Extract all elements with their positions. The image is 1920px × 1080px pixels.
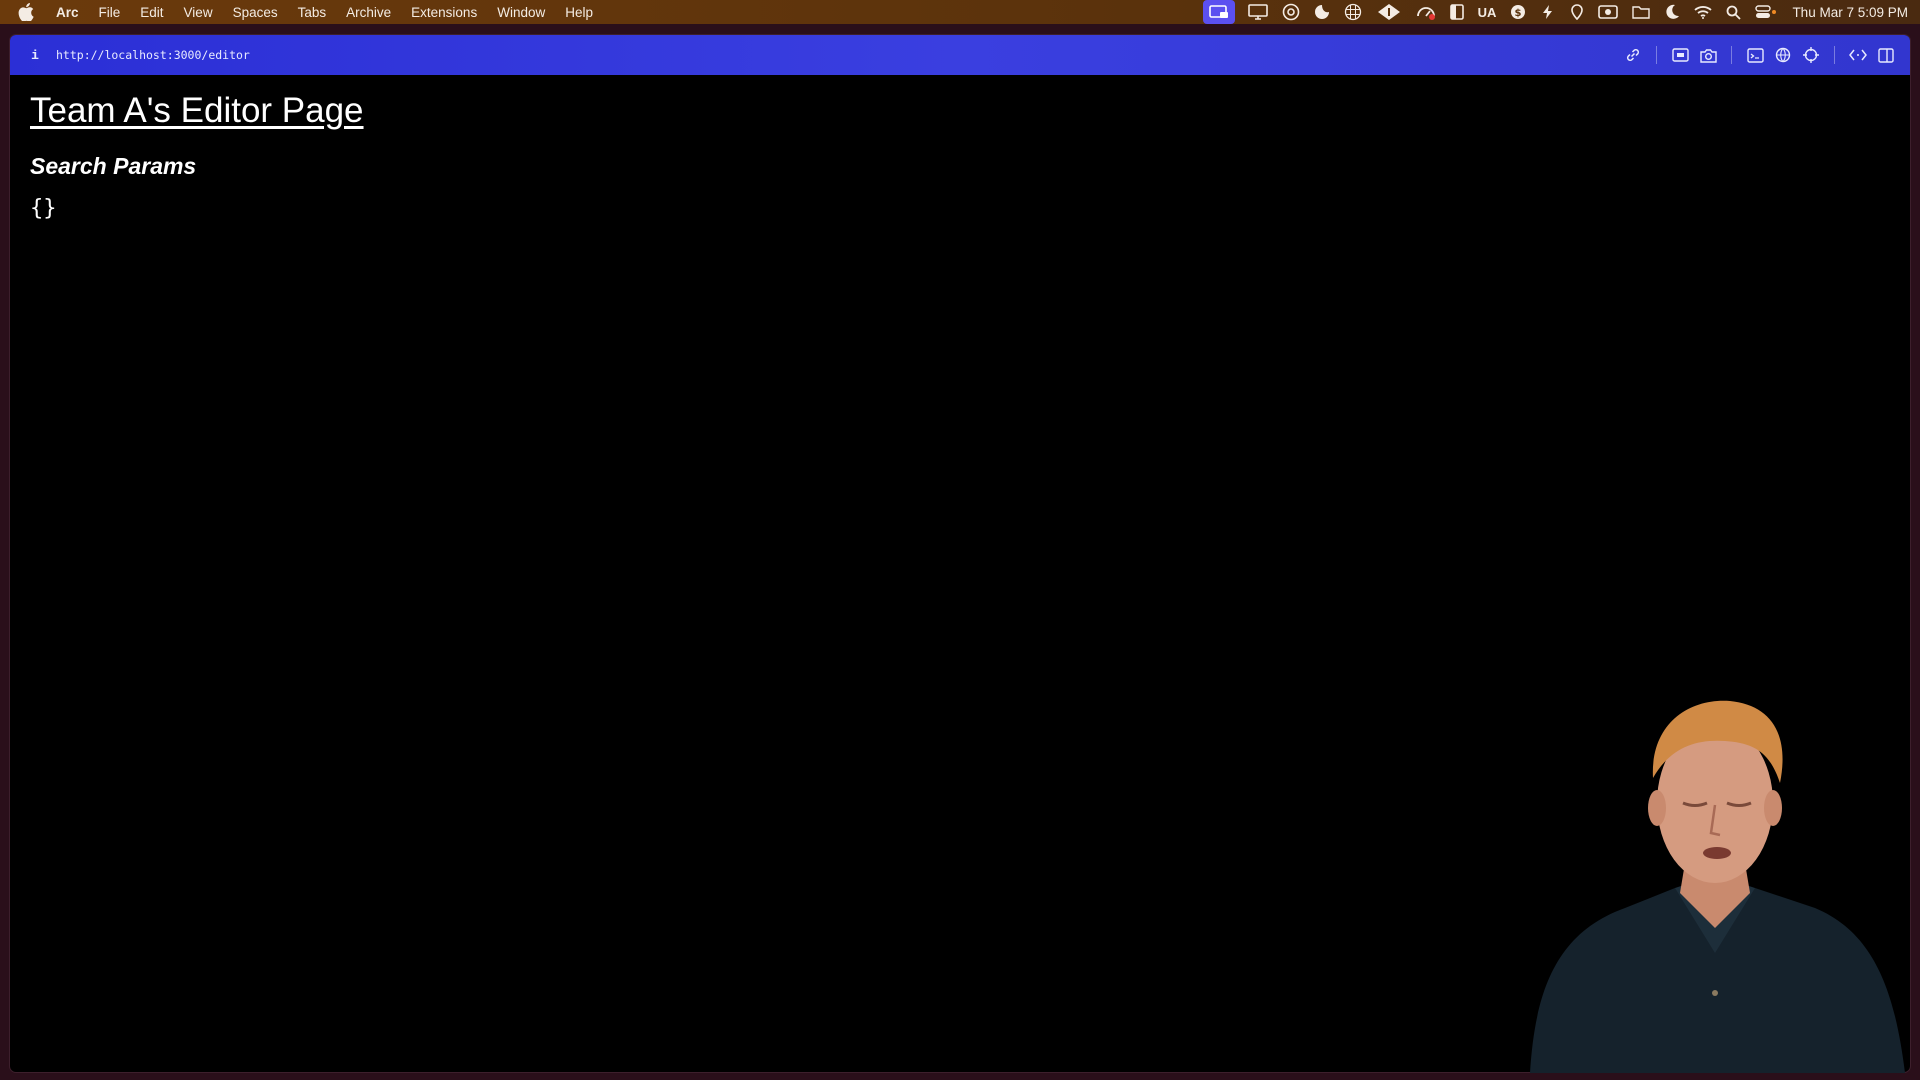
gauge-icon[interactable] (1416, 0, 1436, 24)
toolbar-divider (1656, 46, 1657, 64)
toolbar (1619, 35, 1900, 75)
menu-archive[interactable]: Archive (346, 5, 391, 20)
at-sign-icon[interactable] (1282, 0, 1300, 24)
sidebar-icon[interactable] (1449, 0, 1464, 24)
diamond-icon[interactable] (1376, 0, 1402, 24)
menu-file[interactable]: File (99, 5, 121, 20)
camera-icon[interactable] (1699, 46, 1717, 64)
bolt-icon[interactable] (1540, 0, 1556, 24)
wifi-icon[interactable] (1694, 0, 1713, 24)
menu-app-name[interactable]: Arc (56, 5, 79, 20)
code-icon[interactable] (1849, 46, 1867, 64)
search-params-heading: Search Params (30, 153, 197, 179)
menu-spaces[interactable]: Spaces (233, 5, 278, 20)
menu-edit[interactable]: Edit (140, 5, 163, 20)
menu-view[interactable]: View (184, 5, 213, 20)
moon-icon[interactable] (1664, 0, 1680, 24)
url-text[interactable]: http://localhost:3000/editor (56, 48, 250, 62)
menu-tabs[interactable]: Tabs (298, 5, 327, 20)
menu-window[interactable]: Window (497, 5, 545, 20)
split-view-icon[interactable] (1877, 46, 1895, 64)
url-bar[interactable]: i http://localhost:3000/editor (10, 35, 1910, 75)
status-area: UA $ Thu Mar 7 5:09 PM (1197, 0, 1908, 24)
page-content: Team A's Editor Page Search Params {} (30, 91, 364, 221)
info-icon[interactable]: i (28, 48, 42, 63)
presenter-webcam (1515, 693, 1910, 1073)
search-icon[interactable] (1726, 0, 1742, 24)
display-icon[interactable] (1247, 0, 1268, 24)
search-params-value: {} (30, 196, 57, 221)
location-icon[interactable] (1570, 0, 1584, 24)
menu-bar: Arc File Edit View Spaces Tabs Archive E… (0, 0, 1920, 24)
dollar-icon[interactable]: $ (1510, 0, 1526, 24)
capture-icon[interactable] (1671, 46, 1689, 64)
moon-app-icon[interactable] (1314, 0, 1330, 24)
menu-extensions[interactable]: Extensions (411, 5, 477, 20)
crosshair-icon[interactable] (1802, 46, 1820, 64)
screen-share-icon[interactable] (1202, 0, 1235, 24)
toolbar-divider (1731, 46, 1732, 64)
globe-grid-icon[interactable] (1344, 0, 1362, 24)
globe-icon[interactable] (1774, 46, 1792, 64)
svg-text:$: $ (1515, 8, 1522, 19)
toolbar-divider (1834, 46, 1835, 64)
clock[interactable]: Thu Mar 7 5:09 PM (1792, 5, 1908, 20)
terminal-icon[interactable] (1746, 46, 1764, 64)
page-title[interactable]: Team A's Editor Page (30, 91, 364, 131)
apple-icon[interactable] (18, 3, 36, 21)
status-text-badge[interactable]: UA (1478, 0, 1497, 24)
link-icon[interactable] (1624, 46, 1642, 64)
video-icon[interactable] (1598, 0, 1619, 24)
control-center-icon[interactable] (1755, 0, 1777, 24)
folder-icon[interactable] (1632, 0, 1651, 24)
menu-help[interactable]: Help (565, 5, 593, 20)
